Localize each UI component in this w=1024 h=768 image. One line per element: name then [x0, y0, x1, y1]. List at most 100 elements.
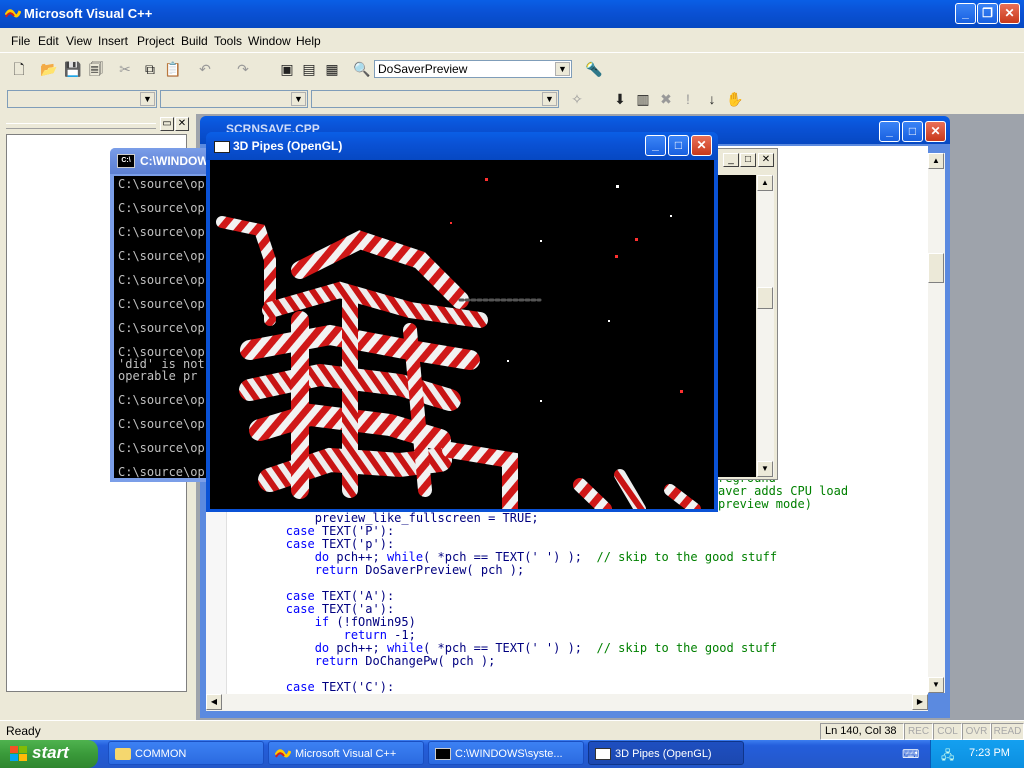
- code-line: return DoSaverPreview( pch );: [228, 563, 525, 577]
- code-token: return: [228, 628, 395, 642]
- editor-horizontal-scrollbar[interactable]: ◀ ▶: [206, 694, 928, 711]
- menu-window[interactable]: Window: [248, 34, 291, 48]
- close-button[interactable]: ✕: [999, 3, 1020, 24]
- pipes-window: 3D Pipes (OpenGL) _ □ ✕: [206, 132, 718, 512]
- task-visual-cpp[interactable]: Microsoft Visual C++: [268, 741, 424, 765]
- editor-minimize-button[interactable]: _: [879, 121, 900, 142]
- code-token: // skip to the good stuff: [596, 550, 778, 564]
- chevron-down-icon[interactable]: ▼: [542, 92, 557, 106]
- class-combo[interactable]: ▼: [7, 90, 157, 108]
- workspace-icon[interactable]: ▣: [276, 58, 298, 80]
- find-in-files-icon[interactable]: 🔍: [351, 58, 373, 80]
- background-window-scrollbar[interactable]: ▲ ▼: [757, 175, 774, 477]
- console-title-bar: C:\ C:\WINDOW: [110, 148, 220, 174]
- task-common-label: COMMON: [135, 748, 187, 760]
- menu-help[interactable]: Help: [296, 34, 321, 48]
- task-3d-pipes[interactable]: 3D Pipes (OpenGL): [588, 741, 744, 765]
- pipes-close-button[interactable]: ✕: [691, 135, 712, 156]
- pipes-minimize-button[interactable]: _: [645, 135, 666, 156]
- console-window: C:\ C:\WINDOW C:\source\op C:\source\op C:…: [110, 148, 220, 482]
- app-title: Microsoft Visual C++: [24, 6, 153, 21]
- keyboard-icon[interactable]: ⌨: [902, 747, 919, 761]
- code-token: preview_like_fullscreen = TRUE;: [228, 511, 539, 525]
- new-file-icon[interactable]: 🗋: [8, 58, 30, 80]
- menu-insert[interactable]: Insert: [98, 34, 128, 48]
- stop-build-icon[interactable]: ✖: [655, 88, 677, 110]
- scroll-thumb[interactable]: [757, 287, 773, 309]
- open-folder-icon[interactable]: 📂: [38, 58, 60, 80]
- editor-close-button[interactable]: ✕: [925, 121, 946, 142]
- scroll-up-icon[interactable]: ▲: [757, 175, 773, 191]
- minimize-button[interactable]: _: [955, 3, 976, 24]
- cut-icon[interactable]: ✂: [114, 58, 136, 80]
- menu-view[interactable]: View: [66, 34, 92, 48]
- window-list-icon[interactable]: ▦: [321, 58, 343, 80]
- code-token: pch++;: [336, 550, 387, 564]
- chevron-down-icon[interactable]: ▼: [291, 92, 306, 106]
- menu-project[interactable]: Project: [137, 34, 174, 48]
- filter-combo[interactable]: ▼: [160, 90, 308, 108]
- console-line: C:\source\op: [118, 297, 205, 311]
- code-token: -1;: [394, 628, 416, 642]
- restore-button[interactable]: ❐: [977, 3, 998, 24]
- find-icon[interactable]: 🔦: [583, 58, 605, 80]
- menu-tools[interactable]: Tools: [214, 34, 242, 48]
- system-tray: 🖧 7:23 PM: [930, 740, 1024, 768]
- scroll-right-icon[interactable]: ▶: [912, 694, 928, 710]
- console-line: C:\source\op: [118, 201, 205, 215]
- code-token: ( *pch == TEXT(' ') );: [423, 641, 597, 655]
- workspace-close-button[interactable]: ✕: [175, 117, 189, 131]
- menu-file[interactable]: File: [11, 34, 30, 48]
- console-output[interactable]: C:\source\op C:\source\op C:\source\op C:\s…: [114, 176, 218, 478]
- code-token: while: [386, 550, 424, 564]
- code-token: (!fOnWin95): [336, 615, 416, 629]
- task-3d-pipes-label: 3D Pipes (OpenGL): [615, 748, 712, 760]
- scroll-thumb[interactable]: [928, 253, 944, 283]
- scroll-left-icon[interactable]: ◀: [206, 694, 222, 710]
- code-token: return: [228, 654, 366, 668]
- scroll-up-icon[interactable]: ▲: [928, 153, 944, 169]
- workspace-grip[interactable]: [6, 123, 156, 129]
- task-console[interactable]: C:\WINDOWS\syste...: [428, 741, 584, 765]
- code-token: do: [228, 550, 337, 564]
- code-token: do: [228, 641, 337, 655]
- build-icon[interactable]: ▥: [632, 88, 654, 110]
- editor-vertical-scrollbar[interactable]: ▲ ▼: [928, 153, 945, 693]
- output-window-icon[interactable]: ▤: [298, 58, 320, 80]
- scroll-down-icon[interactable]: ▼: [928, 677, 944, 693]
- scroll-down-icon[interactable]: ▼: [757, 461, 773, 477]
- breakpoint-icon[interactable]: ✋: [724, 88, 746, 110]
- chevron-down-icon[interactable]: ▼: [140, 92, 155, 106]
- redo-icon[interactable]: ↷: [232, 58, 254, 80]
- code-token: TEXT('C'):: [321, 680, 395, 694]
- undo-icon[interactable]: ↶: [194, 58, 216, 80]
- background-window-maximize-button[interactable]: □: [740, 153, 756, 167]
- execute-icon[interactable]: !: [677, 88, 699, 110]
- task-console-label: C:\WINDOWS\syste...: [455, 748, 563, 760]
- menu-edit[interactable]: Edit: [38, 34, 59, 48]
- editor-maximize-button[interactable]: □: [902, 121, 923, 142]
- pipes-maximize-button[interactable]: □: [668, 135, 689, 156]
- pipes-canvas[interactable]: [210, 160, 714, 509]
- save-all-icon[interactable]: 🗐: [85, 58, 107, 80]
- menu-build[interactable]: Build: [181, 34, 208, 48]
- workspace-maximize-button[interactable]: ▭: [160, 117, 174, 131]
- status-bar: Ready Ln 140, Col 38 REC COL OVR READ: [0, 720, 1024, 741]
- config-combo[interactable]: DoSaverPreview ▼: [374, 60, 572, 78]
- members-combo[interactable]: ▼: [311, 90, 559, 108]
- go-icon[interactable]: ↓: [701, 88, 723, 110]
- paste-icon[interactable]: 📋: [162, 58, 184, 80]
- compile-icon[interactable]: ⬇: [609, 88, 631, 110]
- indicator-ovr: OVR: [962, 723, 991, 740]
- copy-icon[interactable]: ⧉: [139, 58, 161, 80]
- task-common[interactable]: COMMON: [108, 741, 264, 765]
- wizard-action-icon[interactable]: ✧: [566, 88, 588, 110]
- background-window-minimize-button[interactable]: _: [723, 153, 739, 167]
- save-icon[interactable]: 💾: [62, 58, 84, 80]
- start-button[interactable]: start: [0, 740, 98, 768]
- code-token: return: [228, 563, 366, 577]
- background-window-close-button[interactable]: ✕: [758, 153, 774, 167]
- console-line: C:\source\op: [118, 417, 205, 431]
- network-icon[interactable]: 🖧: [941, 746, 957, 762]
- chevron-down-icon[interactable]: ▼: [555, 62, 570, 76]
